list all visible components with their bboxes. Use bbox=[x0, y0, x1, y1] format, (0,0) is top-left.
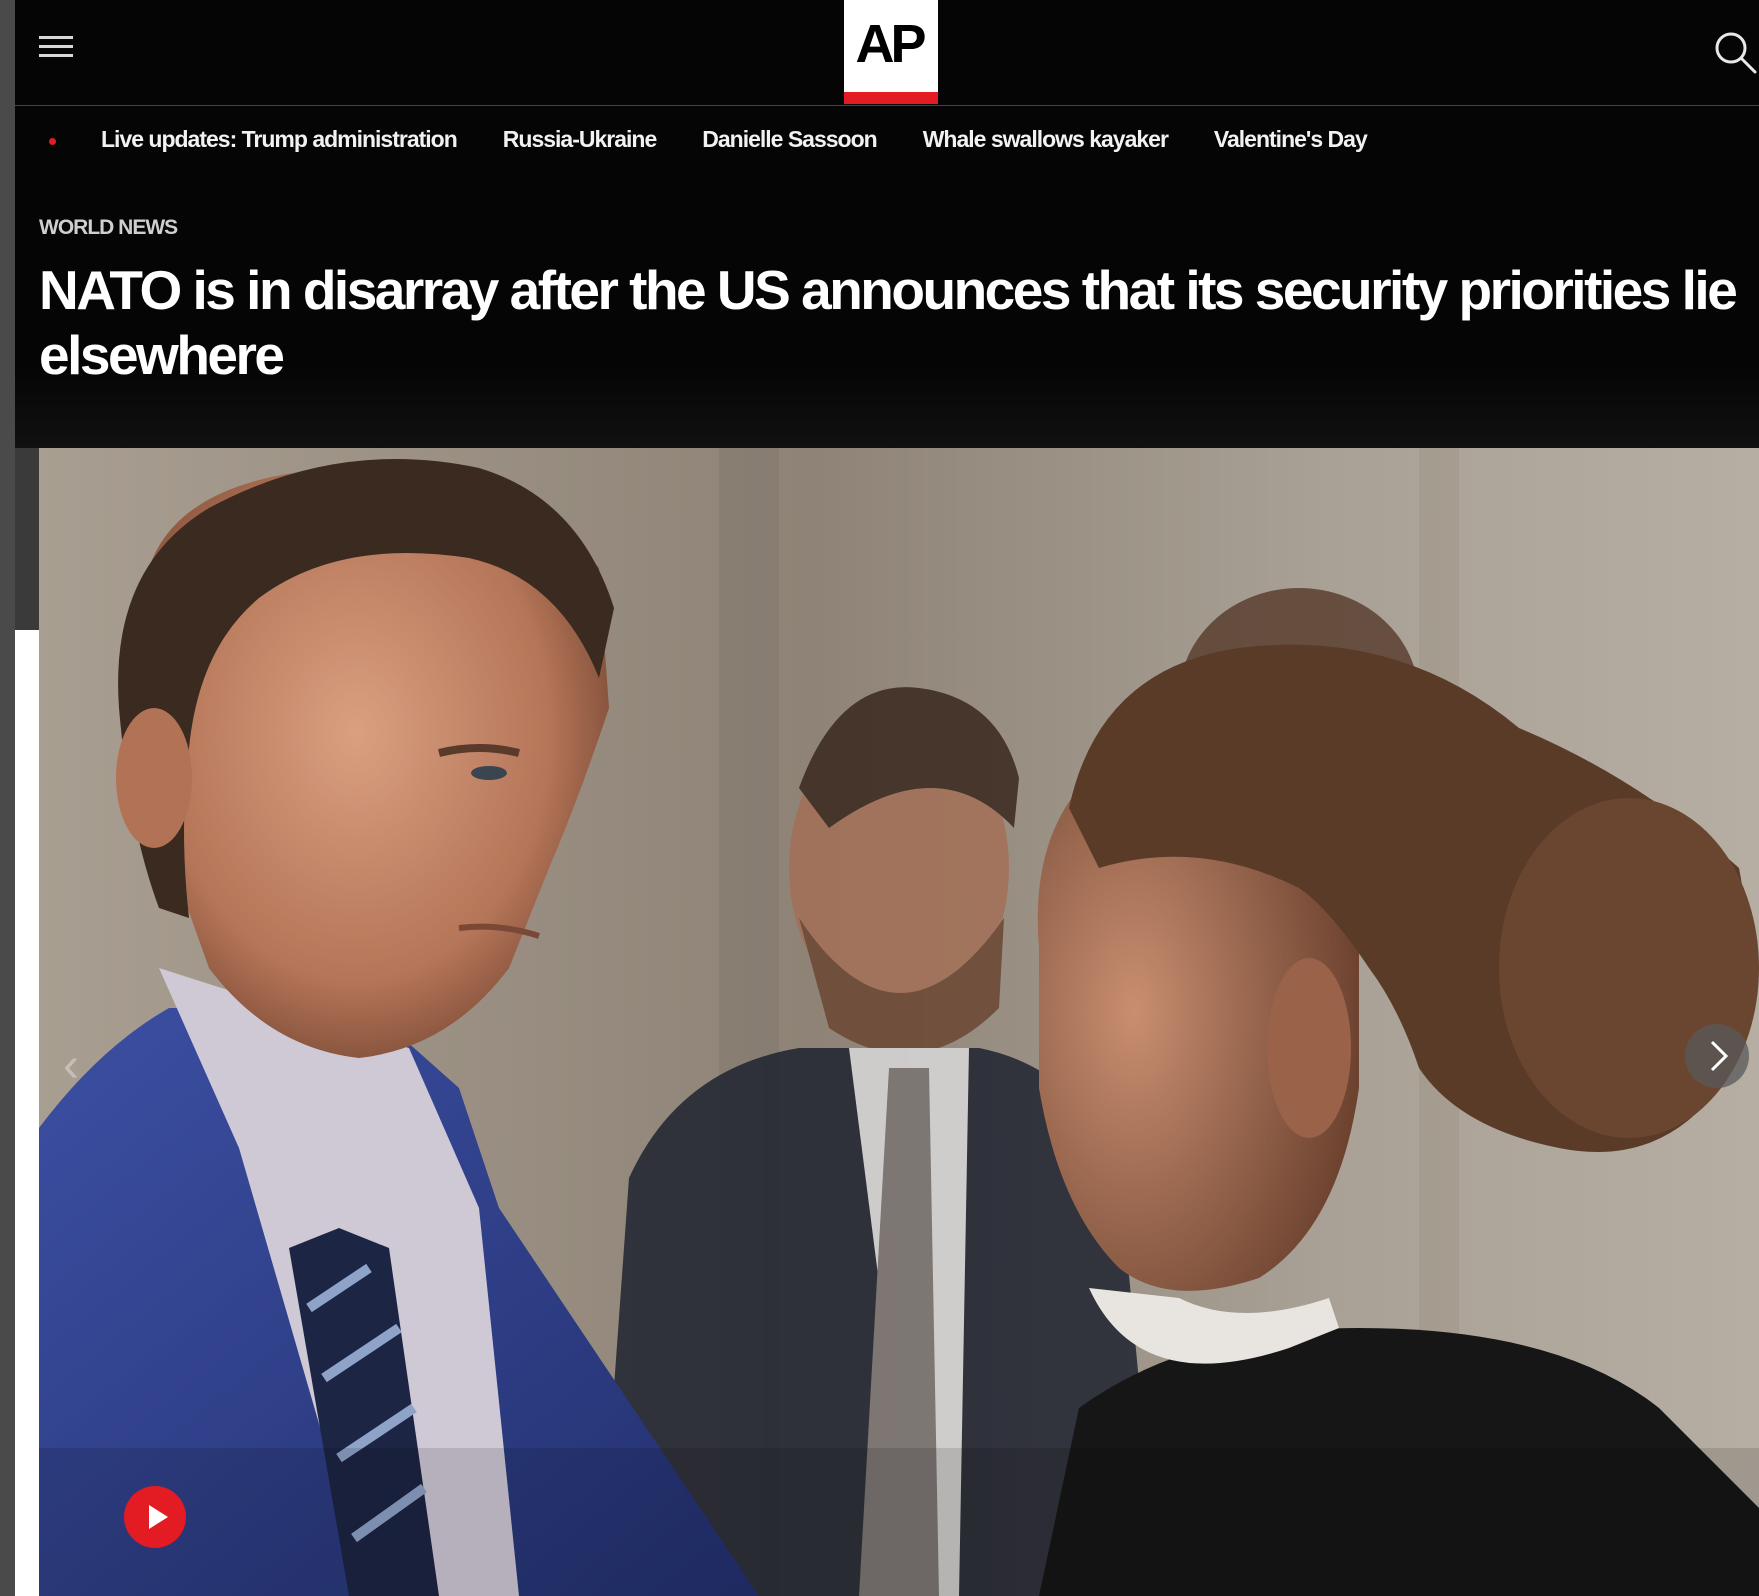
article-headline: NATO is in disarray after the US announc… bbox=[39, 259, 1738, 386]
chevron-right-icon[interactable] bbox=[1685, 1024, 1749, 1088]
chevron-left-icon[interactable]: ‹ bbox=[63, 1036, 103, 1096]
article-header: WORLD NEWS NATO is in disarray after the… bbox=[15, 176, 1759, 448]
trending-link-live-updates[interactable]: Live updates: Trump administration bbox=[101, 126, 458, 153]
trending-link-whale[interactable]: Whale swallows kayaker bbox=[923, 126, 1169, 153]
ap-logo[interactable]: AP bbox=[844, 0, 938, 104]
trending-link-danielle-sassoon[interactable]: Danielle Sassoon bbox=[702, 126, 877, 153]
play-icon[interactable] bbox=[124, 1486, 186, 1548]
section-label[interactable]: WORLD NEWS bbox=[39, 216, 178, 240]
page: AP Live updates: Trump administration Ru… bbox=[0, 0, 1759, 1596]
hamburger-menu-icon[interactable] bbox=[39, 36, 73, 60]
logo-text: AP bbox=[855, 14, 926, 74]
search-icon[interactable] bbox=[1711, 28, 1759, 76]
trending-bar: Live updates: Trump administration Russi… bbox=[15, 106, 1759, 176]
photo-illustration bbox=[39, 448, 1759, 1596]
trending-link-russia-ukraine[interactable]: Russia-Ukraine bbox=[503, 126, 657, 153]
lead-photo[interactable]: ‹ bbox=[39, 448, 1759, 1596]
page-margin bbox=[15, 630, 39, 1596]
trending-link-valentines-day[interactable]: Valentine's Day bbox=[1214, 126, 1368, 153]
site-header: AP bbox=[15, 0, 1759, 106]
live-indicator-dot bbox=[49, 138, 56, 145]
browser-edge bbox=[0, 0, 15, 1596]
trending-list: Live updates: Trump administration Russi… bbox=[101, 126, 1368, 153]
